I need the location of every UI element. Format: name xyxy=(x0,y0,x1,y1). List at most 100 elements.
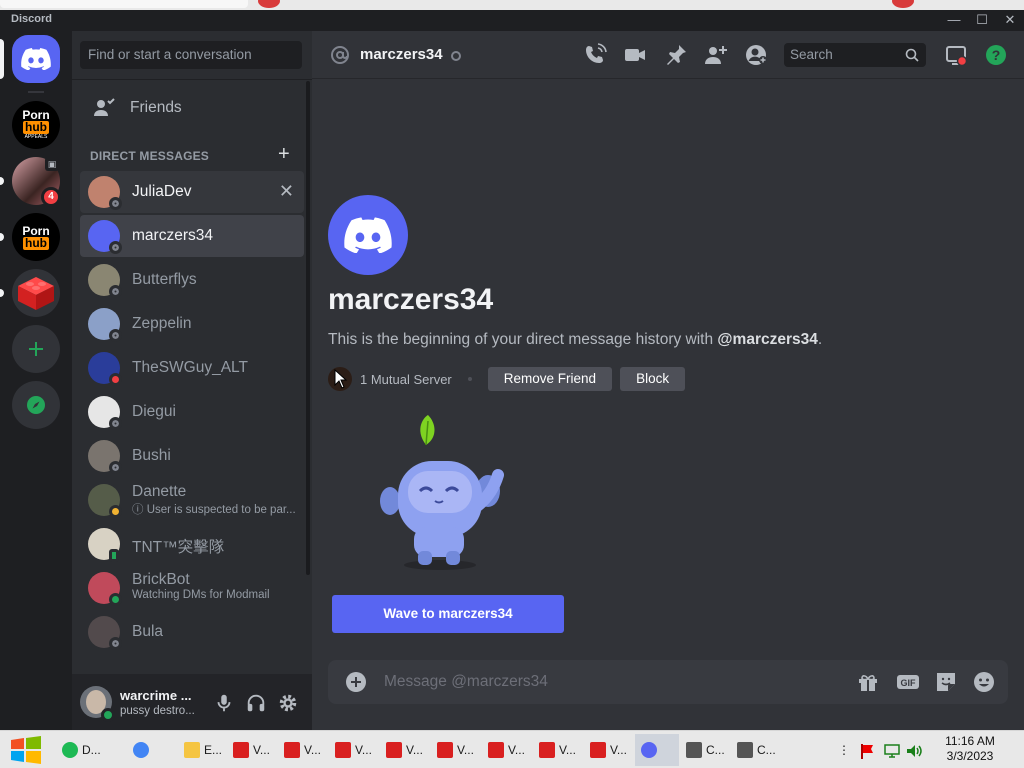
dm-item[interactable]: JuliaDev ✕ xyxy=(80,171,304,213)
dm-item[interactable]: Diegui xyxy=(80,391,304,433)
folder-icon xyxy=(184,742,200,758)
taskbar-vlc-item[interactable]: V... xyxy=(278,734,328,766)
microphone-icon[interactable] xyxy=(213,692,235,714)
dm-intro-text: This is the beginning of your direct mes… xyxy=(328,331,822,349)
inbox-icon[interactable] xyxy=(944,43,968,67)
taskbar-chrome-item[interactable] xyxy=(127,734,177,766)
taskbar-vlc-item[interactable]: V... xyxy=(584,734,634,766)
network-icon[interactable] xyxy=(884,744,900,758)
block-button[interactable]: Block xyxy=(620,367,686,391)
dm-item[interactable]: Butterflys xyxy=(80,259,304,301)
taskbar-vlc-item[interactable]: V... xyxy=(380,734,430,766)
dm-name: marczers34 xyxy=(132,227,213,244)
wave-button[interactable]: Wave to marczers34 xyxy=(332,595,564,633)
brick-icon xyxy=(18,277,54,310)
dm-name: Danette xyxy=(132,483,187,500)
offline-status-icon xyxy=(109,461,122,474)
mutual-row: 1 Mutual Server Remove Friend Block xyxy=(328,367,693,391)
voice-call-icon[interactable] xyxy=(583,43,607,67)
home-button[interactable] xyxy=(12,35,60,83)
vlc-icon xyxy=(539,742,555,758)
dm-item[interactable]: Bushi xyxy=(80,435,304,477)
server-event-icon: ▣ xyxy=(45,157,59,171)
friends-nav-item[interactable]: Friends xyxy=(80,87,304,129)
system-clock[interactable]: 11:16 AM 3/3/2023 xyxy=(936,734,1004,764)
remove-friend-button[interactable]: Remove Friend xyxy=(487,367,613,391)
close-dm-icon[interactable]: ✕ xyxy=(279,181,294,202)
action-center-flag-icon[interactable] xyxy=(860,743,876,759)
discord-logo-icon xyxy=(21,48,51,70)
browser-tab-strip xyxy=(0,0,1024,10)
close-window-button[interactable]: ✕ xyxy=(998,11,1022,29)
clock-time: 11:16 AM xyxy=(945,734,995,748)
dm-item[interactable]: Bula xyxy=(80,611,304,653)
explore-servers-button[interactable] xyxy=(12,381,60,429)
create-dm-plus-icon[interactable]: + xyxy=(278,143,290,166)
taskbar-document-item[interactable]: C... xyxy=(731,734,783,766)
dm-item[interactable]: Danette ⓘ User is suspected to be par... xyxy=(80,479,304,521)
clock-date: 3/3/2023 xyxy=(946,749,994,763)
help-icon[interactable]: ? xyxy=(984,43,1008,67)
channel-search-input[interactable]: Search xyxy=(784,43,926,67)
taskbar-vlc-item[interactable]: V... xyxy=(431,734,481,766)
taskbar-vlc-item[interactable]: V... xyxy=(482,734,532,766)
taskbar-document-item[interactable]: C... xyxy=(680,734,730,766)
taskbar-spotify-item[interactable]: D... xyxy=(56,734,126,766)
video-call-icon[interactable] xyxy=(623,43,647,67)
tray-overflow[interactable]: ⋮ xyxy=(834,734,850,766)
red-indicator xyxy=(892,0,914,8)
friends-icon xyxy=(94,98,115,116)
maximize-button[interactable]: ☐ xyxy=(970,11,994,29)
taskbar-label: V... xyxy=(406,743,423,757)
taskbar-folder-item[interactable]: E... xyxy=(178,734,226,766)
add-server-button[interactable] xyxy=(12,325,60,373)
dm-search-input[interactable]: Find or start a conversation xyxy=(80,41,302,69)
server-brick[interactable] xyxy=(12,269,60,317)
gif-icon[interactable]: GIF xyxy=(896,670,920,694)
taskbar-vlc-item[interactable]: V... xyxy=(533,734,583,766)
vlc-icon xyxy=(488,742,504,758)
headphones-icon[interactable] xyxy=(245,692,267,714)
server-pornhub[interactable]: Porn hub xyxy=(12,213,60,261)
upload-plus-icon[interactable] xyxy=(344,670,368,694)
start-button[interactable] xyxy=(0,734,50,766)
minimize-button[interactable]: — xyxy=(942,11,966,29)
dm-item[interactable]: Zeppelin xyxy=(80,303,304,345)
recipient-avatar-large[interactable] xyxy=(328,195,408,275)
volume-icon[interactable] xyxy=(906,744,924,758)
plus-icon xyxy=(29,342,43,356)
taskbar-vlc-item[interactable]: V... xyxy=(329,734,379,766)
message-composer[interactable]: Message @marczers34 GIF xyxy=(328,660,1008,704)
taskbar-vlc-item[interactable]: V... xyxy=(227,734,277,766)
dm-item[interactable]: BrickBot Watching DMs for Modmail xyxy=(80,567,304,609)
vlc-icon xyxy=(284,742,300,758)
taskbar-label: V... xyxy=(559,743,576,757)
dm-item[interactable]: marczers34 xyxy=(80,215,304,257)
add-friends-to-dm-icon[interactable] xyxy=(704,43,728,67)
user-profile-icon[interactable] xyxy=(744,43,768,67)
gift-icon[interactable] xyxy=(856,670,880,694)
emoji-icon[interactable] xyxy=(972,670,996,694)
dm-name: Diegui xyxy=(132,403,176,420)
dm-item[interactable]: TheSWGuy_ALT xyxy=(80,347,304,389)
pinned-messages-icon[interactable] xyxy=(664,43,688,67)
settings-gear-icon[interactable] xyxy=(277,692,299,714)
taskbar-label: D... xyxy=(82,743,101,757)
browser-tab[interactable] xyxy=(0,0,248,8)
divider xyxy=(72,79,312,80)
dm-scrollbar[interactable] xyxy=(306,81,310,575)
vlc-icon xyxy=(335,742,351,758)
intro-handle: @marczers34 xyxy=(717,331,818,348)
channel-title: marczers34 xyxy=(360,46,443,63)
server-logo-text: hub xyxy=(23,235,49,250)
message-input-placeholder[interactable]: Message @marczers34 xyxy=(384,673,548,691)
server-pornhub-appeals[interactable]: Porn hub APPEALS xyxy=(12,101,60,149)
mention-badge: 4 xyxy=(41,187,61,207)
dm-name: TheSWGuy_ALT xyxy=(132,359,249,376)
username[interactable]: warcrime ... xyxy=(120,688,192,703)
dm-item[interactable]: TNT™突擊隊 xyxy=(80,523,304,565)
mutual-servers-link[interactable]: 1 Mutual Server xyxy=(360,372,452,387)
sticker-icon[interactable] xyxy=(934,670,958,694)
taskbar-discord-item[interactable] xyxy=(635,734,679,766)
dm-name: JuliaDev xyxy=(132,183,192,200)
